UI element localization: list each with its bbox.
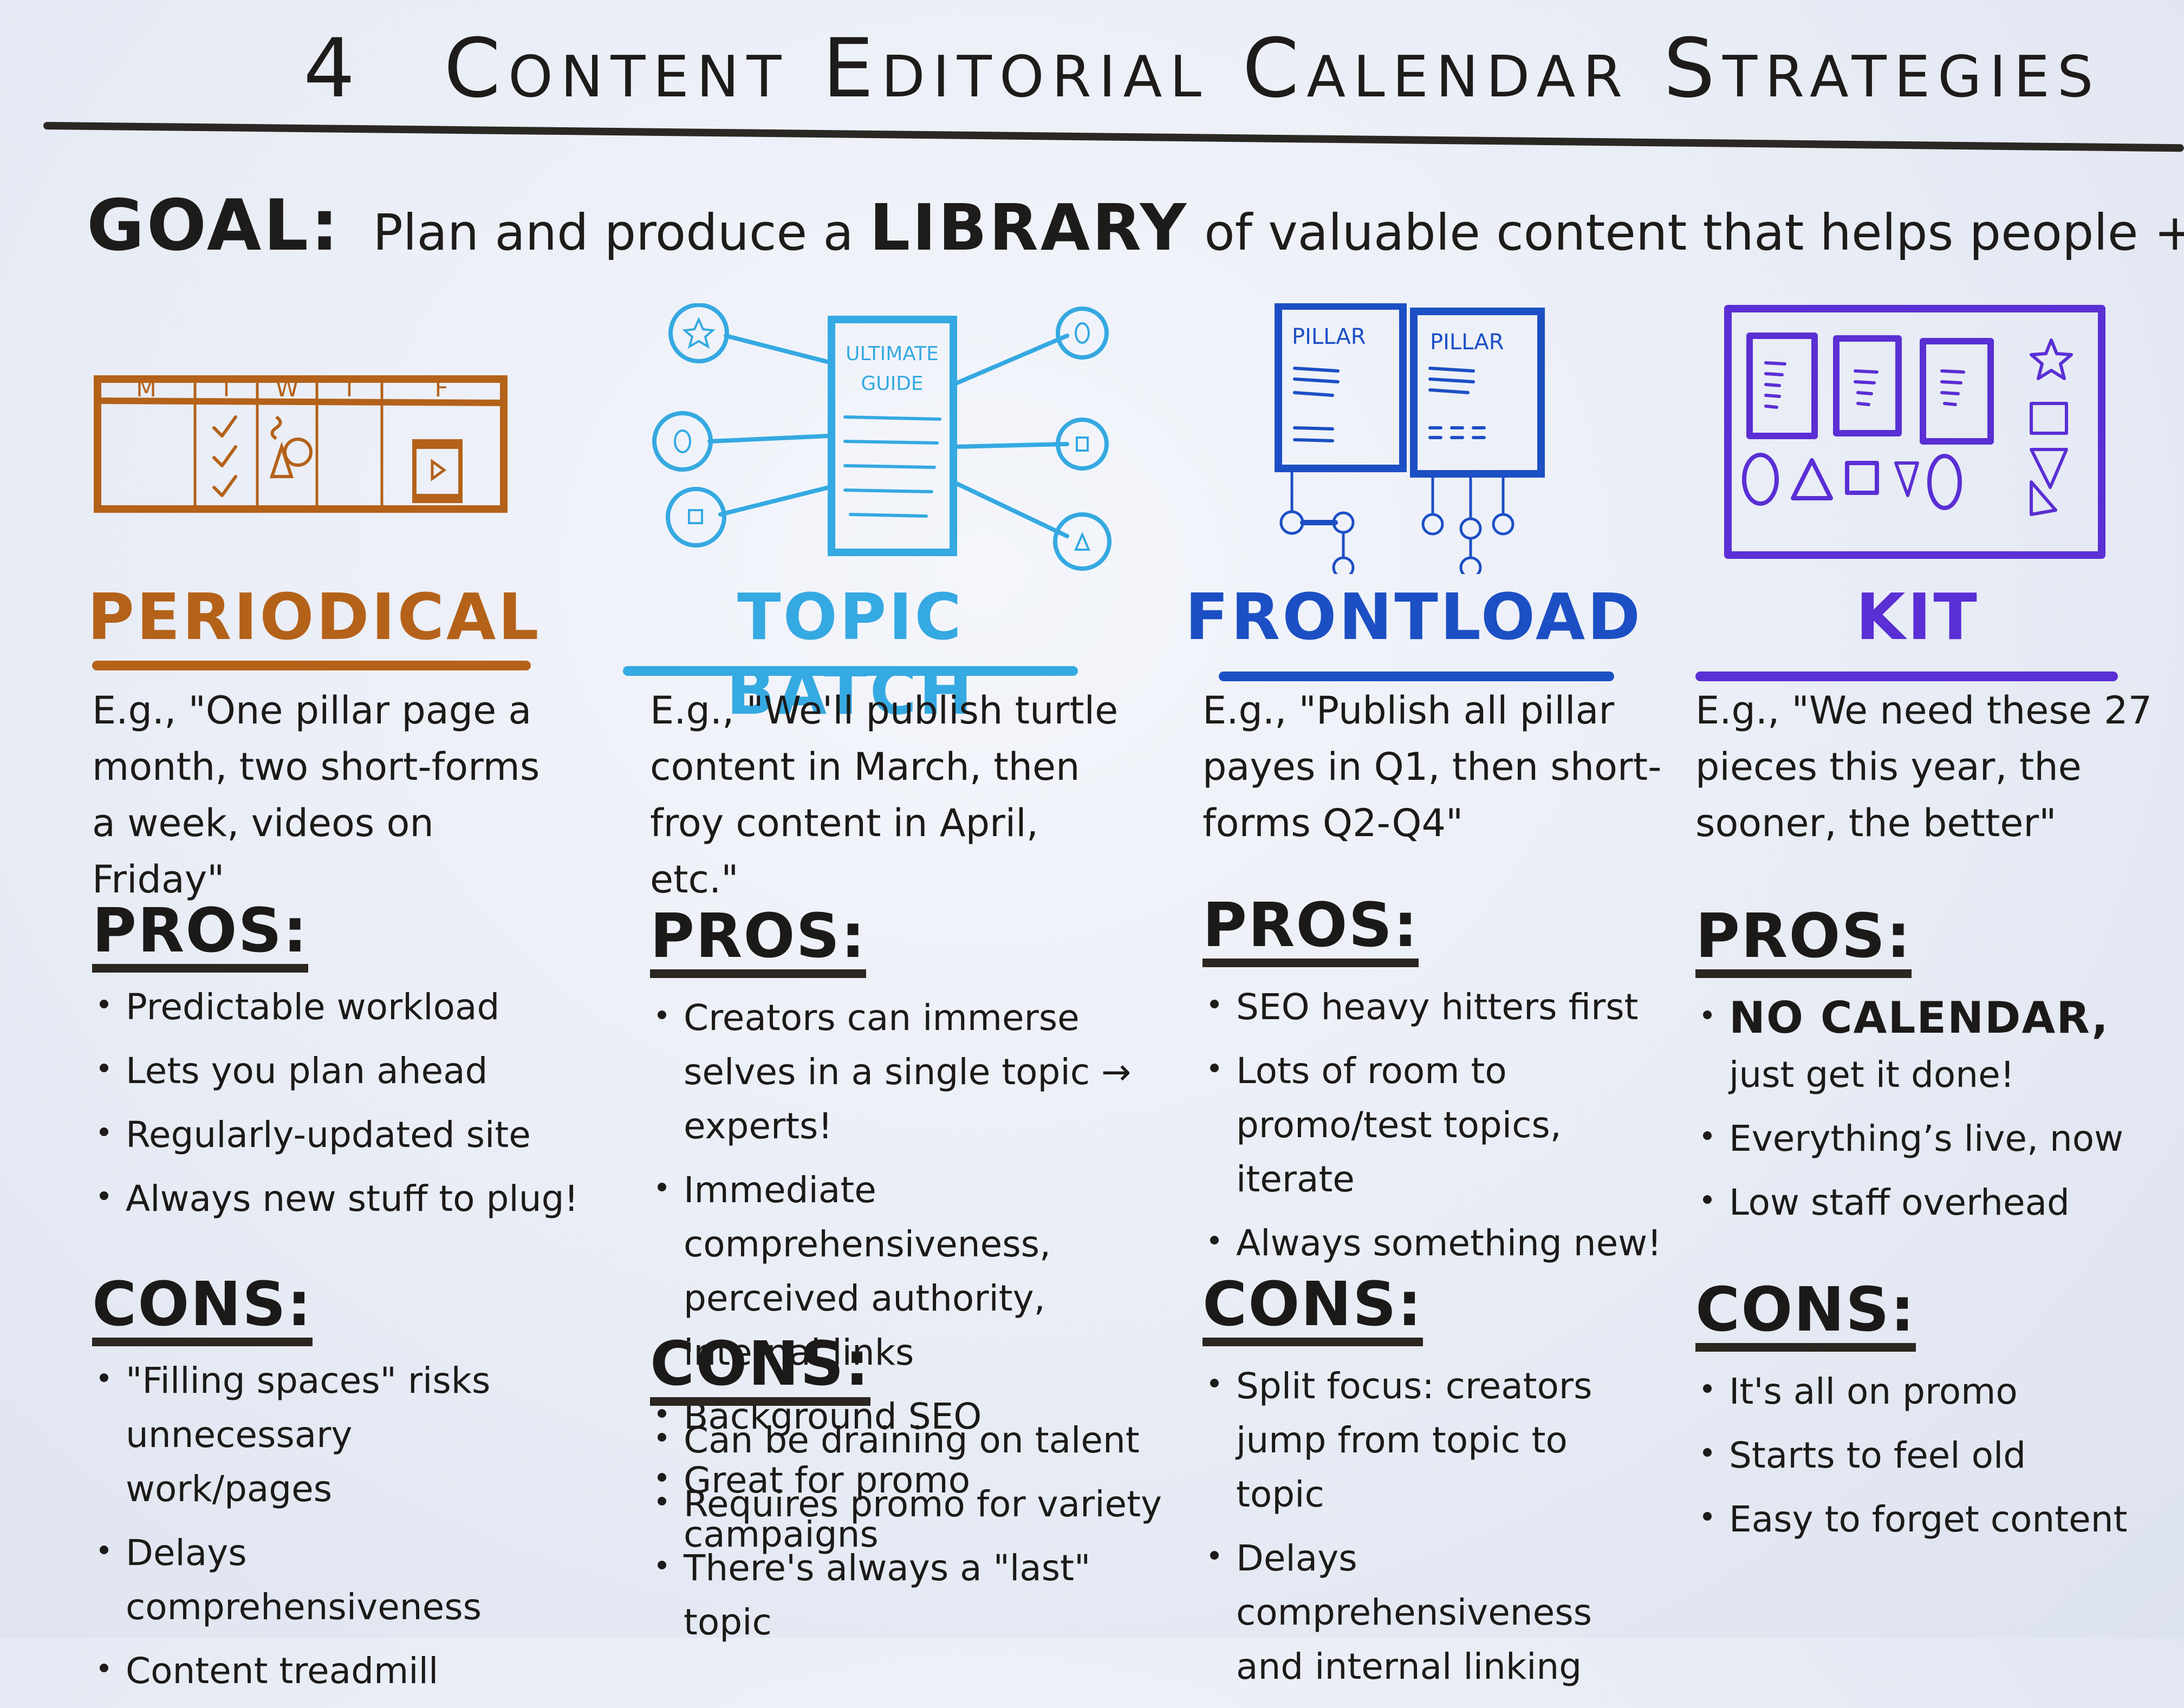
- title-divider: [43, 122, 2184, 152]
- pros-item: Regularly-updated site: [92, 1108, 580, 1162]
- strategy-name: FRONTLOAD: [1185, 579, 1643, 654]
- pros-item: Predictable workload: [92, 980, 580, 1034]
- cons-item: "Filling spaces" risks unnecessary work/…: [92, 1354, 558, 1516]
- title-text: Content Editorial Calendar Strategies: [444, 22, 2101, 116]
- document-label: PILLAR: [1292, 324, 1366, 349]
- pros-item: Always something new!: [1202, 1216, 1679, 1270]
- cons-heading: CONS:: [92, 1273, 313, 1346]
- pros-item-rest: just get it done!: [1729, 1054, 2015, 1096]
- pros-heading: PROS:: [92, 899, 308, 973]
- pros-heading: PROS:: [650, 904, 866, 978]
- strategy-kit: KIT E.g., "We need these 27 pieces this …: [1685, 303, 2172, 1625]
- mixed-shapes-icon: [269, 415, 313, 478]
- strategy-name-underline: [1695, 672, 2118, 681]
- day-label: T: [219, 375, 234, 402]
- cons-list: "Filling spaces" risks unnecessary work/…: [92, 1354, 558, 1708]
- day-label: T: [342, 375, 357, 402]
- content-piece-icon: [1920, 338, 1994, 445]
- pros-item: Creators can immerse selves in a single …: [650, 991, 1170, 1153]
- day-label: M: [136, 375, 157, 402]
- star-icon: [2030, 338, 2073, 380]
- weekly-calendar-illustration: M T W T F: [94, 375, 508, 513]
- content-kit-illustration: [1724, 305, 2105, 559]
- strategy-topic-batch: ULTIMATE GUIDE TOPIC BATCH E.g., "We'll …: [623, 303, 1162, 1643]
- pros-list: Predictable workload Lets you plan ahead…: [92, 980, 580, 1236]
- cons-item: There's always a "last" topic: [650, 1541, 1170, 1650]
- cons-list: It's all on promo Starts to feel old Eas…: [1695, 1365, 2129, 1556]
- whiteboard: 4 Content Editorial Calendar Strategies G…: [0, 0, 2184, 1692]
- circle-icon: [1927, 454, 1962, 510]
- strategy-name-underline: [1219, 672, 1614, 681]
- day-label: W: [275, 375, 299, 402]
- document-label: PILLAR: [1430, 330, 1504, 355]
- cons-item: Easy to forget content: [1695, 1492, 2129, 1547]
- pros-item: Lots of room to promo/test topics, itera…: [1202, 1044, 1679, 1207]
- cons-list: Can be draining on talent Requires promo…: [650, 1413, 1170, 1659]
- document-label: ULTIMATE: [846, 343, 939, 365]
- cons-heading: CONS:: [1202, 1273, 1423, 1346]
- day-label: F: [434, 375, 448, 402]
- square-icon: [1845, 461, 1879, 495]
- cons-item: Split focus: creators jump from topic to…: [1202, 1359, 1636, 1522]
- checkmark-icons: [212, 415, 237, 497]
- pros-emphasis: NO CALENDAR,: [1729, 993, 2109, 1043]
- circle-icon: [1742, 453, 1779, 506]
- cons-item: Requires promo for variety: [650, 1477, 1170, 1531]
- content-piece-icon: [1833, 335, 1902, 436]
- pros-item: Everything’s live, now: [1695, 1112, 2129, 1166]
- pillar-pages-illustration: PILLAR PILLAR: [1275, 303, 1545, 574]
- strategy-periodical: M T W T F PERIODICAL E.g., "One pillar p…: [81, 303, 578, 1692]
- strategy-example: E.g., "Publish all pillar payes in Q1, t…: [1202, 688, 1662, 845]
- cons-heading: CONS:: [1695, 1278, 1916, 1352]
- link-node-tree: [1279, 470, 1514, 574]
- title-number: 4: [303, 22, 363, 116]
- strategy-name: PERIODICAL: [87, 579, 541, 654]
- pros-list: NO CALENDAR, just get it done! Everythin…: [1695, 991, 2129, 1240]
- video-play-icon: [412, 439, 463, 503]
- circle-node-icon: [652, 411, 713, 472]
- star-node-icon: [668, 303, 729, 363]
- triangle-down-icon: [1894, 461, 1919, 497]
- goal-label: GOAL:: [87, 184, 341, 266]
- strategy-name: KIT: [1856, 579, 1979, 654]
- pros-item: Low staff overhead: [1695, 1176, 2129, 1230]
- pros-item: Always new stuff to plug!: [92, 1172, 580, 1226]
- triangle-icon: [1791, 458, 1833, 500]
- pros-item: Lets you plan ahead: [92, 1044, 580, 1098]
- cons-list: Split focus: creators jump from topic to…: [1202, 1359, 1636, 1704]
- strategy-name-underline: [623, 666, 1078, 676]
- board-title: 4 Content Editorial Calendar Strategies: [303, 22, 2093, 116]
- goal-text-before: Plan and produce a: [373, 204, 854, 262]
- triangle-node-icon: [1053, 512, 1112, 571]
- triangle-down-icon: [2030, 448, 2068, 489]
- goal-text-after: of valuable content that helps people + …: [1204, 204, 2184, 262]
- cons-item: Starts to feel old: [1695, 1429, 2129, 1483]
- circle-node-icon: [1056, 307, 1109, 360]
- goal-emphasis: LIBRARY: [869, 190, 1189, 265]
- cons-item: Delays comprehensiveness and internal li…: [1202, 1531, 1636, 1694]
- strategy-name-underline: [92, 661, 531, 670]
- document-label: GUIDE: [861, 373, 923, 395]
- cons-item: Content treadmill: [92, 1644, 558, 1698]
- pros-item: SEO heavy hitters first: [1202, 980, 1679, 1034]
- content-piece-icon: [1746, 333, 1818, 439]
- strategy-example: E.g., "We'll publish turtle content in M…: [650, 688, 1119, 902]
- pros-item: NO CALENDAR, just get it done!: [1695, 991, 2129, 1102]
- cons-item: Can be draining on talent: [650, 1413, 1170, 1468]
- pros-list: SEO heavy hitters first Lots of room to …: [1202, 980, 1679, 1280]
- cons-item: It's all on promo: [1695, 1365, 2129, 1419]
- strategy-example: E.g., "One pillar page a month, two shor…: [92, 688, 540, 902]
- hub-and-spoke-illustration: ULTIMATE GUIDE: [652, 303, 1112, 571]
- square-icon: [2030, 402, 2068, 435]
- pros-heading: PROS:: [1695, 904, 1912, 978]
- square-node-icon: [666, 487, 726, 547]
- strategy-frontload: PILLAR PILLAR FRONTLOAD E.g., "Publish a…: [1185, 303, 1690, 1687]
- goal-statement: GOAL: Plan and produce a LIBRARY of valu…: [87, 184, 2184, 266]
- pros-heading: PROS:: [1202, 894, 1419, 967]
- cons-item: Delays comprehensiveness: [92, 1526, 558, 1634]
- strategy-example: E.g., "We need these 27 pieces this year…: [1695, 688, 2153, 845]
- cons-heading: CONS:: [650, 1332, 870, 1406]
